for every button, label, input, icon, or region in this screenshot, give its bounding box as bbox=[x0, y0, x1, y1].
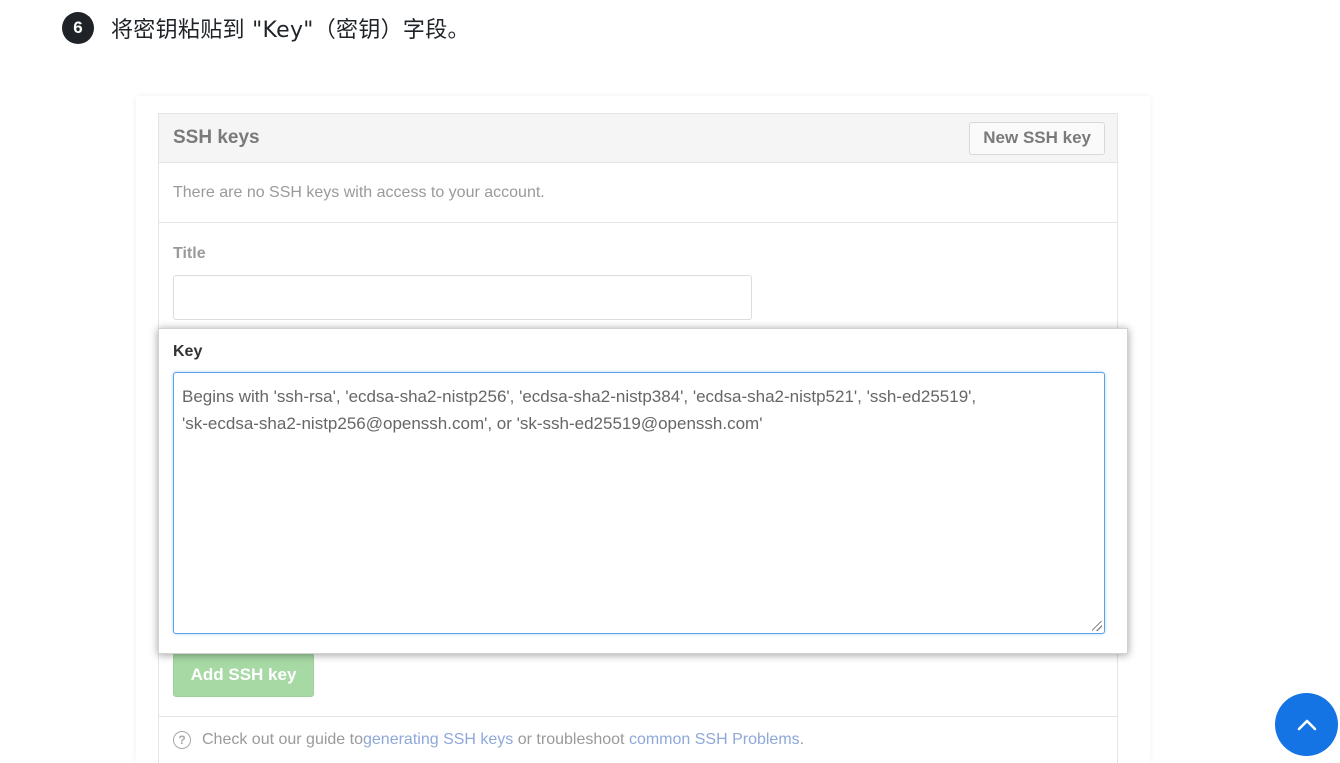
help-text-before: Check out our guide to bbox=[202, 731, 363, 748]
empty-state-message: There are no SSH keys with access to you… bbox=[159, 163, 1117, 223]
generating-ssh-keys-link[interactable]: generating SSH keys bbox=[363, 731, 513, 749]
key-placeholder-line2: 'sk-ecdsa-sha2-nistp256@openssh.com', or… bbox=[182, 414, 763, 433]
step-number-badge: 6 bbox=[62, 12, 94, 44]
step-instruction: 6 将密钥粘贴到 "Key"（密钥）字段。 bbox=[62, 12, 470, 44]
title-label: Title bbox=[173, 245, 206, 262]
chevron-up-icon bbox=[1297, 719, 1316, 730]
resize-handle[interactable] bbox=[1092, 621, 1102, 631]
common-ssh-problems-link[interactable]: common SSH Problems bbox=[629, 731, 800, 749]
help-text-after: . bbox=[799, 731, 805, 748]
add-ssh-key-button[interactable]: Add SSH key bbox=[173, 653, 314, 697]
panel-header: SSH keys New SSH key bbox=[159, 114, 1117, 163]
key-placeholder-line1: Begins with 'ssh-rsa', 'ecdsa-sha2-nistp… bbox=[182, 387, 977, 406]
key-field-highlight: Key Begins with 'ssh-rsa', 'ecdsa-sha2-n… bbox=[158, 328, 1128, 654]
new-ssh-key-button[interactable]: New SSH key bbox=[969, 121, 1105, 155]
question-circle-icon: ? bbox=[173, 731, 191, 749]
title-input[interactable] bbox=[173, 275, 752, 320]
panel-title: SSH keys bbox=[173, 127, 260, 148]
key-label: Key bbox=[173, 343, 203, 360]
step-text: 将密钥粘贴到 "Key"（密钥）字段。 bbox=[111, 18, 470, 43]
scroll-to-top-button[interactable] bbox=[1275, 693, 1338, 756]
help-text-middle: or troubleshoot bbox=[513, 731, 629, 748]
page: 6 将密钥粘贴到 "Key"（密钥）字段。 SSH keys New SSH k… bbox=[0, 0, 1340, 763]
key-textarea[interactable]: Begins with 'ssh-rsa', 'ecdsa-sha2-nistp… bbox=[173, 372, 1105, 634]
help-text: ? Check out our guide to generating SSH … bbox=[173, 731, 804, 749]
